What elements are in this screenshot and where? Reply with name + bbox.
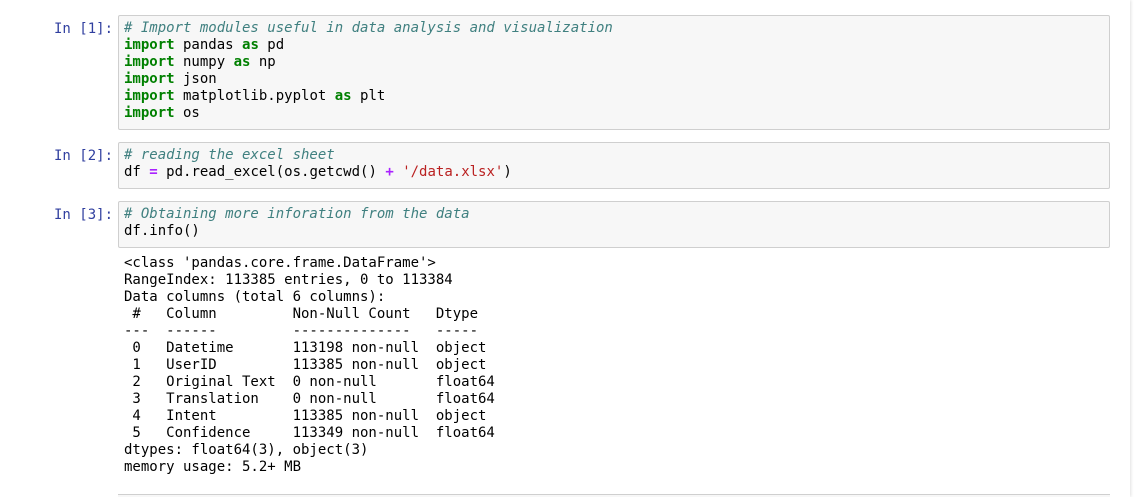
code-token: # reading the excel sheet (124, 147, 335, 163)
code-token: import (124, 71, 175, 87)
notebook-panel: In [1]: # Import modules useful in data … (0, 0, 1130, 497)
cell-3-output: <class 'pandas.core.frame.DataFrame'> Ran… (124, 255, 1104, 476)
output-line: 2 Original Text 0 non-null float64 (124, 374, 495, 390)
code-token: pandas (174, 37, 243, 53)
output-line: 1 UserID 113385 non-null object (124, 357, 495, 373)
output-line: Data columns (total 6 columns): (124, 289, 386, 305)
code-token: df.info() (124, 223, 200, 239)
code-line: # Obtaining more inforation from the dat… (124, 206, 1109, 223)
code-token: # Obtaining more inforation from the dat… (124, 206, 470, 222)
code-token: pd (258, 37, 285, 53)
output-line: --- ------ -------------- ----- (124, 323, 495, 339)
code-line: import json (124, 71, 1109, 88)
output-line: # Column Non-Null Count Dtype (124, 306, 495, 322)
code-line: import pandas as pd (124, 37, 1109, 54)
code-token: import (124, 105, 175, 121)
output-line: 3 Translation 0 non-null float64 (124, 391, 495, 407)
code-token: os (174, 105, 200, 121)
cell-1-code: # Import modules useful in data analysis… (124, 20, 1109, 122)
code-token: as (242, 37, 259, 53)
cell-3-code: # Obtaining more inforation from the dat… (124, 206, 1109, 240)
code-line: df.info() (124, 223, 1109, 240)
code-token: numpy (174, 54, 234, 70)
output-line: memory usage: 5.2+ MB (124, 459, 302, 475)
code-token: plt (351, 88, 386, 104)
code-token: np (250, 54, 276, 70)
cell-2-input[interactable]: # reading the excel sheet df = pd.read_ex… (118, 142, 1110, 189)
cell-1-prompt: In [1]: (54, 21, 114, 37)
cell-2-code: # reading the excel sheet df = pd.read_ex… (124, 147, 1109, 181)
output-line: dtypes: float64(3), object(3) (124, 442, 369, 458)
code-line: import numpy as np (124, 54, 1109, 71)
output-line: 0 Datetime 113198 non-null object (124, 340, 495, 356)
code-token: import (124, 37, 175, 53)
code-token: df (124, 164, 150, 180)
code-token: = (149, 164, 158, 180)
code-line: # Import modules useful in data analysis… (124, 20, 1109, 37)
cell-3-input[interactable]: # Obtaining more inforation from the dat… (118, 201, 1110, 248)
code-line: # reading the excel sheet (124, 147, 1109, 164)
code-token: matplotlib.pyplot (174, 88, 335, 104)
code-token: ) (503, 164, 512, 180)
code-token: as (233, 54, 251, 70)
code-token: + (385, 164, 394, 180)
cell-3-prompt: In [3]: (54, 207, 114, 223)
code-token: import (124, 54, 175, 70)
code-line: import matplotlib.pyplot as plt (124, 88, 1109, 105)
output-line: 4 Intent 113385 non-null object (124, 408, 495, 424)
code-line: df = pd.read_excel(os.getcwd() + '/data.… (124, 164, 1109, 181)
cell-2-prompt: In [2]: (54, 148, 114, 164)
output-line: RangeIndex: 113385 entries, 0 to 113384 (124, 272, 453, 288)
code-token: # Import modules useful in data analysis… (124, 20, 613, 36)
code-line: import os (124, 105, 1109, 122)
cell-1-input[interactable]: # Import modules useful in data analysis… (118, 15, 1110, 130)
code-token: '/data.xlsx' (402, 164, 504, 180)
code-token: json (174, 71, 217, 87)
code-token: import (124, 88, 175, 104)
code-token: as (334, 88, 352, 104)
output-line: <class 'pandas.core.frame.DataFrame'> (124, 255, 436, 271)
output-line: 5 Confidence 113349 non-null float64 (124, 425, 495, 441)
code-token: pd.read_excel(os.getcwd() (157, 164, 386, 180)
